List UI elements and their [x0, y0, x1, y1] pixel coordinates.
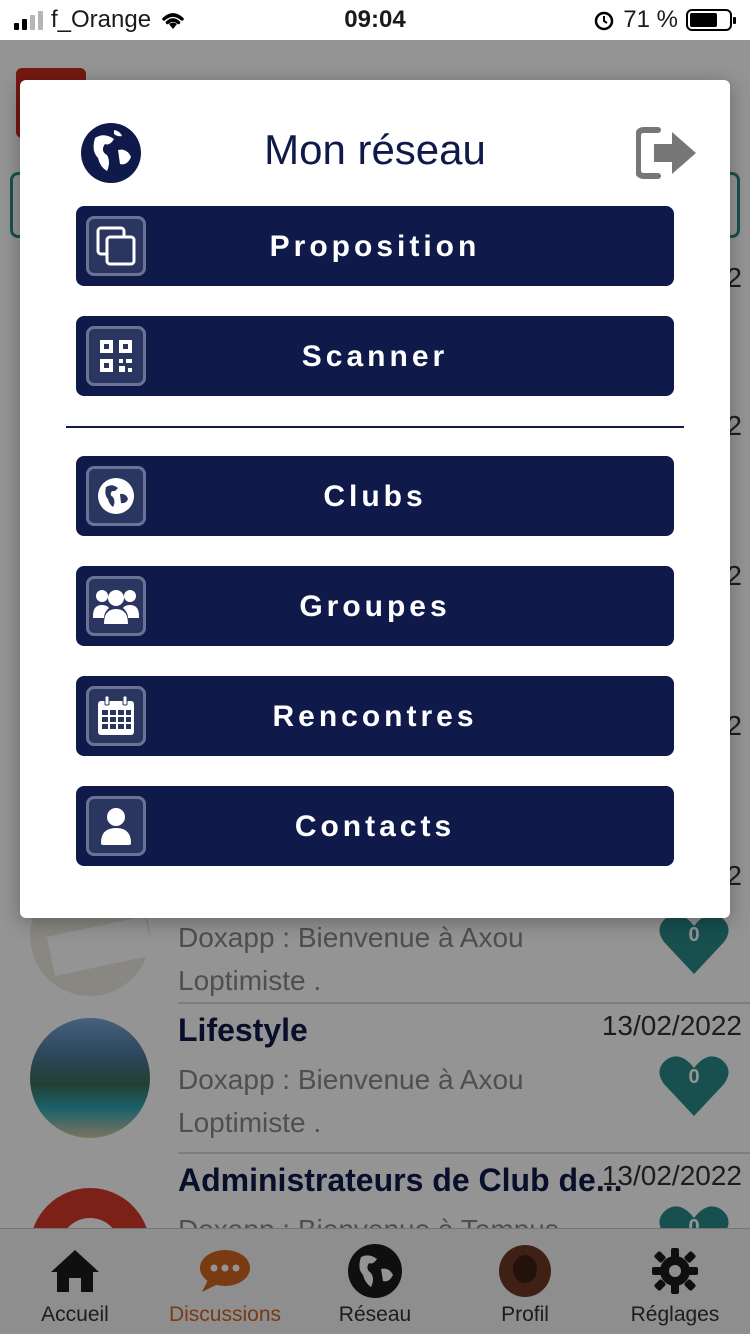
button-label: Proposition	[269, 230, 481, 263]
modal-title: Mon réseau	[264, 126, 486, 173]
button-label: Clubs	[323, 480, 427, 513]
scanner-button[interactable]: Scanner	[76, 316, 674, 396]
network-modal: Mon réseau Proposition Scanner Clubs Gro…	[20, 80, 730, 918]
rencontres-button[interactable]: Rencontres	[76, 676, 674, 756]
menu-divider	[66, 426, 684, 428]
contacts-button[interactable]: Contacts	[76, 786, 674, 866]
button-label: Contacts	[294, 810, 456, 843]
battery-icon	[686, 9, 736, 31]
proposition-button[interactable]: Proposition	[76, 206, 674, 286]
battery-percent: 71 %	[623, 6, 678, 33]
status-right: 71 %	[593, 6, 736, 34]
button-label: Groupes	[299, 590, 451, 623]
button-label: Rencontres	[272, 700, 478, 733]
exit-icon[interactable]	[635, 126, 700, 180]
alarm-icon	[595, 11, 614, 31]
groupes-button[interactable]: Groupes	[76, 566, 674, 646]
status-bar: f_Orange 09:04 71 %	[0, 0, 750, 40]
button-label: Scanner	[301, 340, 449, 373]
clubs-button[interactable]: Clubs	[76, 456, 674, 536]
